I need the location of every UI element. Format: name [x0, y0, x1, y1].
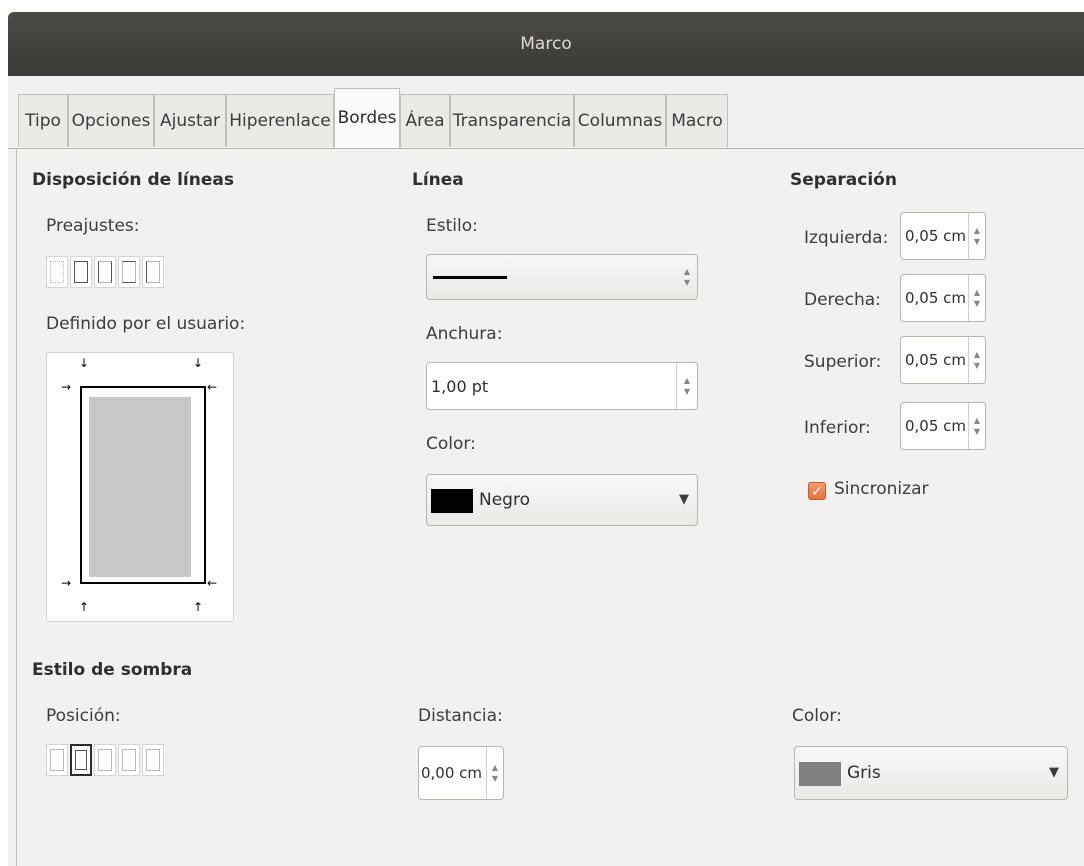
- tab-ajustar[interactable]: Ajustar: [154, 94, 226, 147]
- spacing-left-spinner[interactable]: ▲ ▼: [968, 213, 985, 259]
- svg-text:←: ←: [207, 576, 217, 590]
- tab-bar: Tipo Opciones Ajustar Hiperenlace Bordes…: [8, 86, 1084, 149]
- spacing-right-field[interactable]: 0,05 cm ▲ ▼: [900, 274, 986, 322]
- tab-area[interactable]: Área: [400, 94, 450, 147]
- user-defined-label: Definido por el usuario:: [46, 314, 246, 334]
- spacing-left-field[interactable]: 0,05 cm ▲ ▼: [900, 212, 986, 260]
- line-color-value: Negro: [479, 490, 530, 510]
- window-titlebar[interactable]: Marco: [8, 12, 1084, 76]
- shadow-distance-value: 0,00 cm: [421, 764, 483, 782]
- shadow-color-label: Color:: [792, 706, 842, 726]
- line-style-sample: [433, 276, 507, 279]
- preset-all-borders[interactable]: [70, 256, 92, 288]
- shadow-distance-label: Distancia:: [418, 706, 503, 726]
- tab-hiperenlace[interactable]: Hiperenlace: [226, 94, 334, 147]
- line-width-field[interactable]: 1,00 pt ▲ ▼: [426, 362, 698, 410]
- spacing-bottom-field[interactable]: 0,05 cm ▲ ▼: [900, 402, 986, 450]
- shadow-distance-field[interactable]: 0,00 cm ▲ ▼: [418, 746, 504, 800]
- svg-text:↑: ↑: [79, 600, 89, 614]
- spacing-right-label: Derecha:: [804, 290, 881, 310]
- tab-transparencia[interactable]: Transparencia: [450, 94, 574, 147]
- chevron-down-icon: ▼: [1049, 765, 1059, 780]
- tab-tipo[interactable]: Tipo: [18, 94, 68, 147]
- spacing-bottom-value: 0,05 cm: [905, 417, 967, 435]
- tab-macro[interactable]: Macro: [666, 94, 728, 147]
- window-title: Marco: [520, 34, 572, 54]
- spacing-right-spinner[interactable]: ▲ ▼: [968, 275, 985, 321]
- shadow-position-selector[interactable]: [46, 744, 166, 776]
- spacing-top-spinner[interactable]: ▲ ▼: [968, 337, 985, 383]
- line-arrangement-title: Disposición de líneas: [32, 170, 234, 190]
- shadow-title: Estilo de sombra: [32, 660, 193, 680]
- border-preview-graphic: ↓ ↓ → ← → ← ↑ ↑: [61, 356, 217, 614]
- spacing-top-label: Superior:: [804, 352, 882, 372]
- presets-selector[interactable]: [46, 256, 166, 288]
- preset-top-bottom[interactable]: [118, 256, 140, 288]
- presets-label: Preajustes:: [46, 216, 140, 236]
- svg-text:↓: ↓: [193, 356, 203, 370]
- spacing-right-value: 0,05 cm: [905, 289, 967, 307]
- spacing-title: Separación: [790, 170, 897, 190]
- shadow-color-select[interactable]: Gris ▼: [794, 746, 1068, 800]
- spacing-top-field[interactable]: 0,05 cm ▲ ▼: [900, 336, 986, 384]
- tab-opciones[interactable]: Opciones: [68, 94, 154, 147]
- line-color-swatch: [431, 489, 473, 513]
- spacing-left-value: 0,05 cm: [905, 227, 967, 245]
- line-color-label: Color:: [426, 434, 476, 454]
- shadow-bottom-right[interactable]: [70, 744, 92, 776]
- svg-text:→: →: [61, 576, 71, 590]
- style-label: Estilo:: [426, 216, 478, 236]
- line-color-select[interactable]: Negro ▼: [426, 474, 698, 526]
- spacing-bottom-label: Inferior:: [804, 418, 871, 438]
- shadow-position-label: Posición:: [46, 706, 121, 726]
- line-width-spinner[interactable]: ▲ ▼: [676, 363, 697, 409]
- preset-none[interactable]: [46, 256, 68, 288]
- tab-bordes[interactable]: Bordes: [334, 88, 400, 148]
- sync-label: Sincronizar: [834, 479, 929, 499]
- shadow-none[interactable]: [46, 744, 68, 776]
- line-style-select[interactable]: ▲ ▼: [426, 254, 698, 300]
- width-label: Anchura:: [426, 324, 503, 344]
- shadow-color-value: Gris: [847, 763, 881, 783]
- shadow-top-right[interactable]: [94, 744, 116, 776]
- shadow-distance-spinner[interactable]: ▲ ▼: [486, 747, 503, 799]
- shadow-color-swatch: [799, 762, 841, 786]
- sync-checkbox[interactable]: ✓: [808, 482, 826, 500]
- preset-left[interactable]: [142, 256, 164, 288]
- shadow-top-left[interactable]: [142, 744, 164, 776]
- svg-text:←: ←: [207, 380, 217, 394]
- svg-text:→: →: [61, 380, 71, 394]
- line-title: Línea: [412, 170, 464, 190]
- line-style-spinner[interactable]: ▲ ▼: [677, 255, 697, 299]
- svg-text:↑: ↑: [193, 600, 203, 614]
- preset-left-right[interactable]: [94, 256, 116, 288]
- shadow-bottom-left[interactable]: [118, 744, 140, 776]
- line-width-value: 1,00 pt: [431, 376, 489, 396]
- tab-columnas[interactable]: Columnas: [574, 94, 666, 147]
- spacing-top-value: 0,05 cm: [905, 351, 967, 369]
- chevron-down-icon: ▼: [679, 492, 689, 507]
- border-preview-box[interactable]: ↓ ↓ → ← → ← ↑ ↑: [46, 352, 234, 622]
- spacing-bottom-spinner[interactable]: ▲ ▼: [968, 403, 985, 449]
- svg-text:↓: ↓: [79, 356, 89, 370]
- spacing-left-label: Izquierda:: [804, 228, 889, 248]
